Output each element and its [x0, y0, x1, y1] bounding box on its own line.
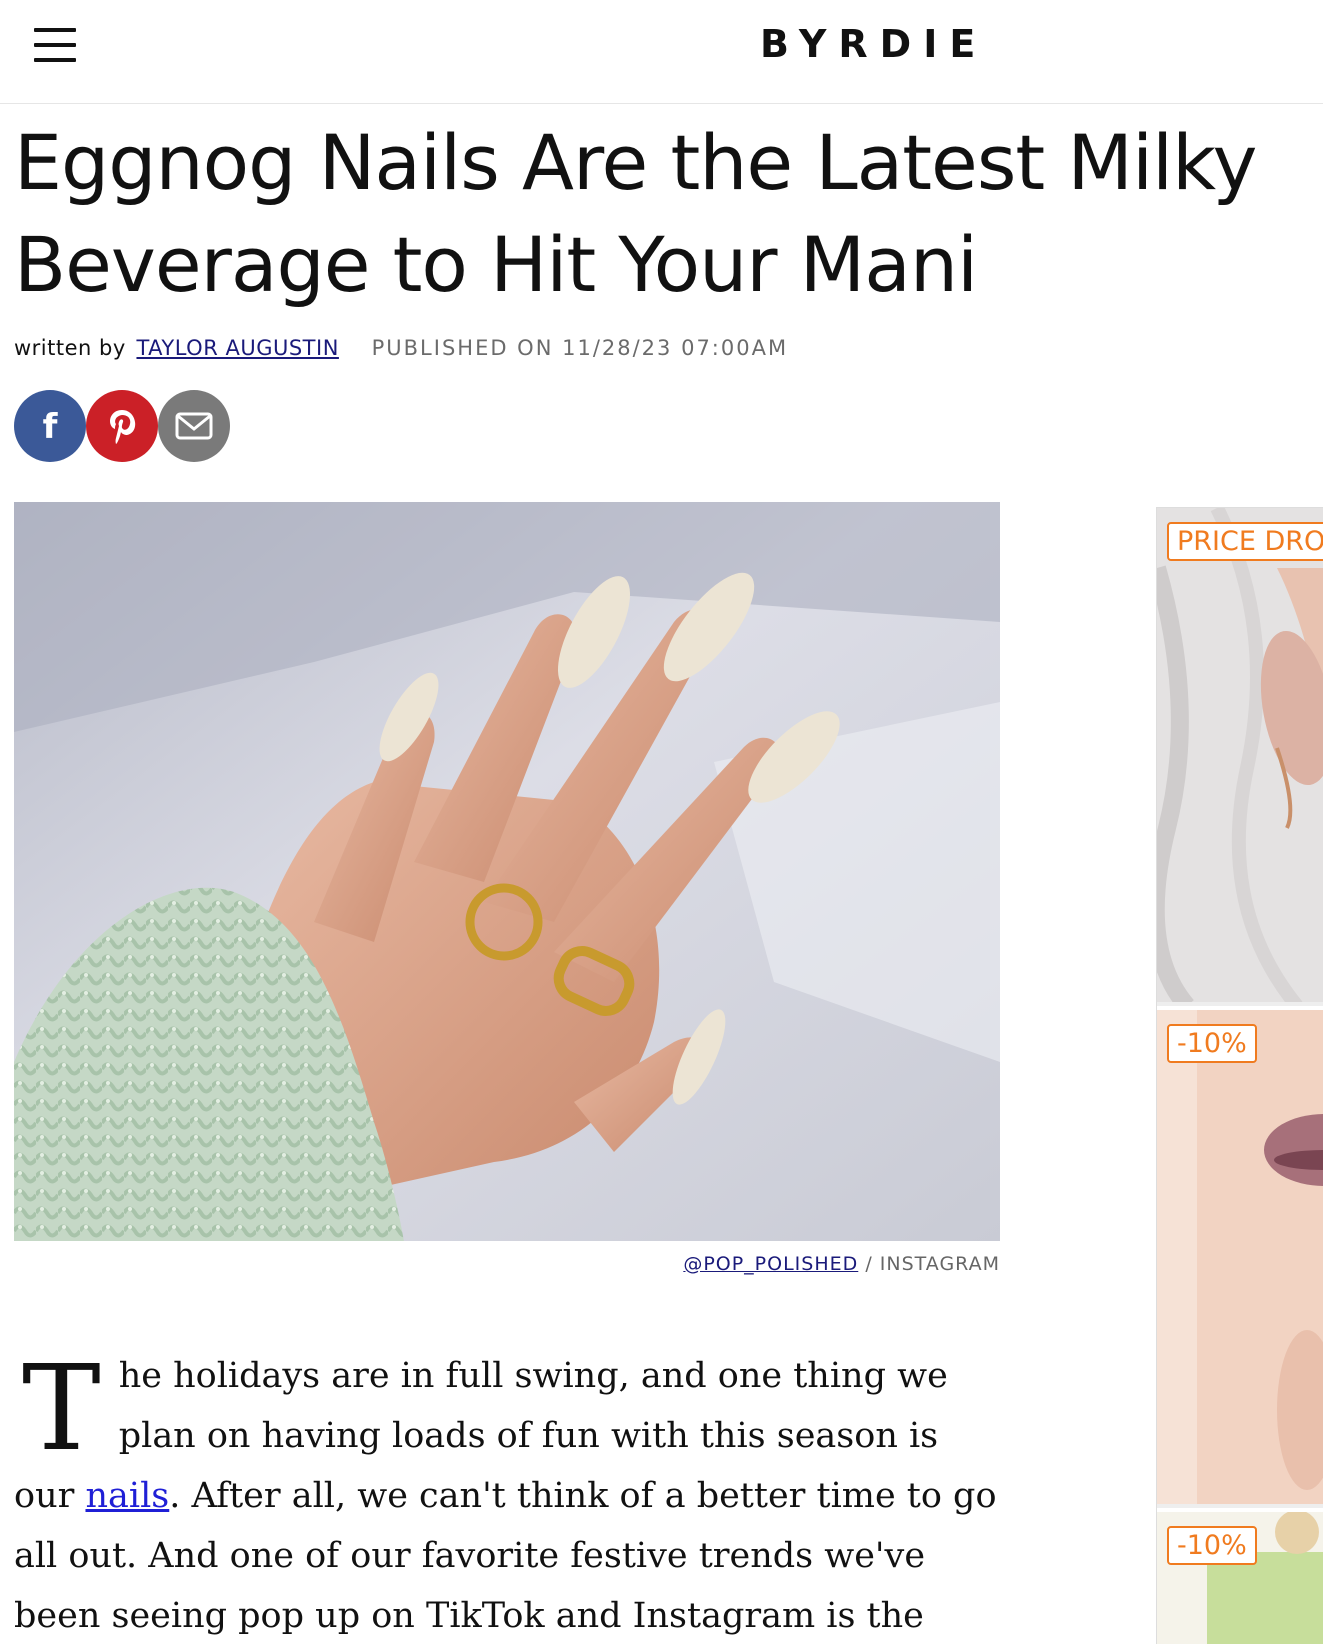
pinterest-icon — [110, 410, 136, 444]
publish-date: PUBLISHED ON 11/28/23 07:00AM — [371, 336, 789, 360]
title-line-1: Eggnog Nails Are the Latest Milky — [14, 118, 1257, 207]
email-icon — [175, 412, 213, 440]
image-credit: @POP_POLISHED / INSTAGRAM — [683, 1253, 1000, 1275]
drop-cap: T — [22, 1339, 101, 1477]
svg-text:f: f — [43, 408, 59, 444]
ad-tile[interactable]: -10% — [1157, 1512, 1323, 1644]
menu-bar — [34, 28, 76, 32]
email-share-button[interactable] — [158, 390, 230, 462]
hand-with-eggnog-nails-illustration — [14, 502, 1000, 1241]
byline-prefix: written by — [14, 336, 126, 360]
ad-badge: -10% — [1167, 1526, 1257, 1565]
menu-bar — [34, 43, 76, 47]
article-body: T he holidays are in full swing, and one… — [14, 1346, 1004, 1644]
site-header: BYRDIE — [0, 0, 1323, 104]
article-title: Eggnog Nails Are the Latest Milky Bevera… — [14, 112, 1323, 316]
ad-tile[interactable]: PRICE DRO — [1157, 508, 1323, 1006]
author-link[interactable]: TAYLOR AUGUSTIN — [136, 336, 338, 360]
ad-tile[interactable]: -10% — [1157, 1010, 1323, 1508]
pinterest-share-button[interactable] — [86, 390, 158, 462]
ad-product-image — [1157, 508, 1323, 1002]
sidebar-ad[interactable]: PRICE DRO -10% -10% — [1156, 507, 1323, 1644]
credit-source: / INSTAGRAM — [865, 1253, 1000, 1275]
hero-image — [14, 502, 1000, 1241]
credit-handle-link[interactable]: @POP_POLISHED — [683, 1253, 858, 1275]
byline: written by TAYLOR AUGUSTIN PUBLISHED ON … — [14, 336, 788, 360]
ad-badge: PRICE DRO — [1167, 522, 1323, 561]
ad-badge: -10% — [1167, 1024, 1257, 1063]
facebook-share-button[interactable]: f — [14, 390, 86, 462]
share-buttons: f — [14, 390, 244, 462]
nails-link[interactable]: nails — [85, 1476, 169, 1516]
menu-bar — [34, 58, 76, 62]
site-logo[interactable]: BYRDIE — [760, 22, 990, 66]
title-line-2: Beverage to Hit Your Mani — [14, 220, 978, 309]
facebook-icon: f — [43, 408, 59, 444]
hamburger-menu-icon[interactable] — [34, 26, 76, 64]
ad-product-image — [1157, 1010, 1323, 1504]
